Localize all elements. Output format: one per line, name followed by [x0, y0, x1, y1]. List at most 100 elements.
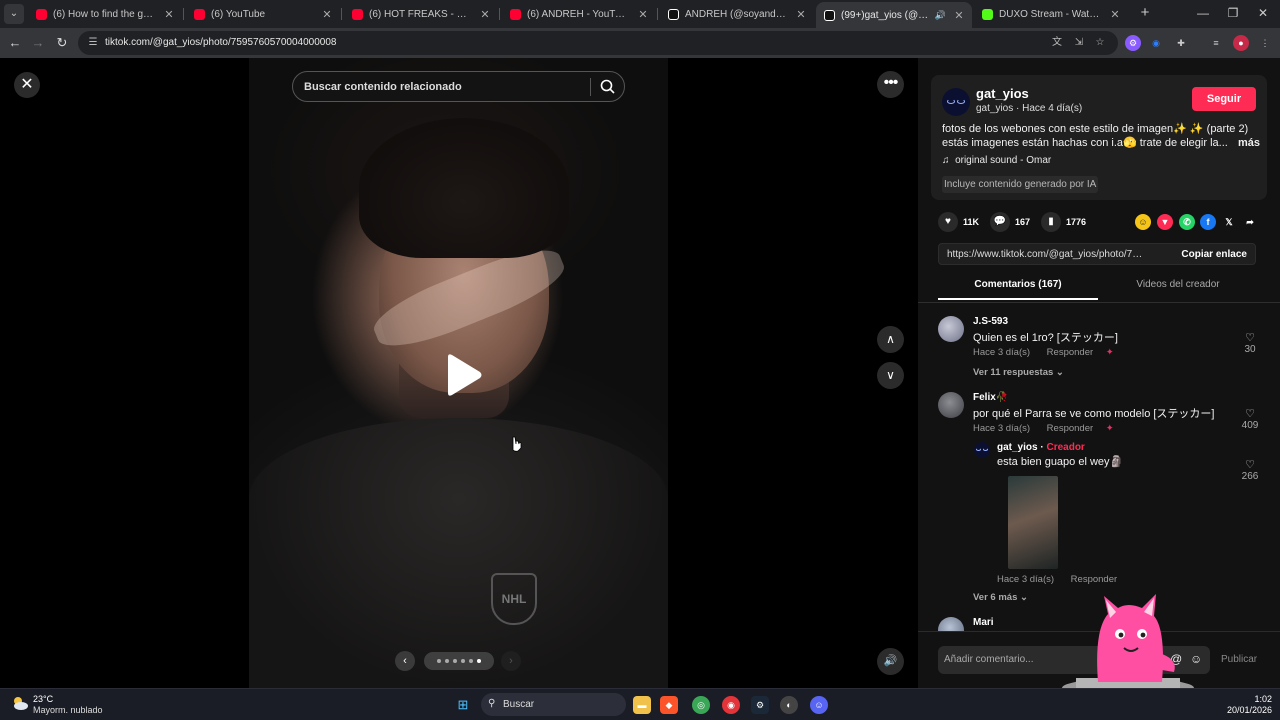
browser-tab[interactable]: (6) HOT FREAKS - Puppy Prince ✕ [344, 2, 498, 26]
commenter-name[interactable]: Felix🥀 [973, 392, 1008, 403]
volume-button[interactable]: 🔊 [877, 648, 904, 675]
back-button[interactable]: ← [5, 33, 25, 53]
extensions-puzzle-icon[interactable]: ✚ [1173, 35, 1189, 51]
reply-photo-thumbnail[interactable] [1008, 476, 1058, 569]
close-tab-icon[interactable]: ✕ [320, 8, 334, 21]
browser-tab[interactable]: (6) ANDREH - YouTube ✕ [502, 2, 656, 26]
emoji-share-icon[interactable]: ☺ [1135, 214, 1151, 230]
taskbar-search[interactable]: ⚲ Buscar [481, 693, 626, 716]
view-replies-button[interactable]: Ver 11 respuestas ⌄ [973, 367, 1064, 378]
more-share-icon[interactable]: ➦ [1242, 214, 1258, 230]
slide-dot[interactable] [437, 659, 441, 663]
reply-button[interactable]: Responder [1047, 347, 1093, 358]
app-icon[interactable]: ◐ [780, 696, 798, 714]
x-share-icon[interactable]: 𝕏 [1221, 214, 1237, 230]
new-tab-button[interactable]: + [1136, 4, 1154, 22]
install-app-icon[interactable]: ⇲ [1072, 36, 1086, 50]
comment-like[interactable]: ♡ 30 [1238, 331, 1262, 355]
save-action[interactable]: ▮ 1776 [1041, 210, 1086, 234]
search-icon[interactable] [598, 77, 618, 97]
browser-tab[interactable]: (6) YouTube ✕ [186, 2, 340, 26]
weather-widget[interactable]: 23°C Mayorm. nublado [11, 694, 111, 716]
tab-comments[interactable]: Comentarios (167) [938, 279, 1098, 290]
close-tab-icon[interactable]: ✕ [636, 8, 650, 21]
sticker-reply-icon[interactable]: ✦ [1106, 423, 1114, 434]
facebook-icon[interactable]: f [1200, 214, 1216, 230]
post-comment-button[interactable]: Publicar [1221, 654, 1257, 665]
previous-post-button[interactable]: ∧ [877, 326, 904, 353]
close-viewer-button[interactable]: ✕ [14, 72, 40, 98]
extension-icon[interactable]: ⚙ [1125, 35, 1141, 51]
commenter-name[interactable]: J.S-593 [973, 316, 1008, 327]
browser-tab[interactable]: DUXO Stream - Watch Live on ✕ [974, 2, 1128, 26]
slide-dot[interactable] [453, 659, 457, 663]
steam-icon[interactable]: ⚙ [751, 696, 769, 714]
creator-reply-avatar[interactable] [974, 442, 990, 458]
restore-button[interactable]: ❐ [1218, 4, 1248, 22]
copy-link-button[interactable]: Copiar enlace [1181, 249, 1247, 260]
file-explorer-icon[interactable]: ▬ [633, 696, 651, 714]
tab-search-button[interactable]: ⌄ [4, 4, 24, 24]
forward-button[interactable]: → [28, 33, 48, 53]
browser-tab-active[interactable]: (99+)gat_yios (@gat_yios) | 🔊 ✕ [816, 2, 972, 28]
more-options-button[interactable]: ••• [877, 71, 904, 98]
next-slide-button[interactable]: › [501, 651, 521, 671]
creator-avatar[interactable] [942, 88, 970, 116]
commenter-avatar[interactable] [938, 316, 964, 342]
whatsapp-icon[interactable]: ✆ [1179, 214, 1195, 230]
comment-like[interactable]: ♡ 409 [1238, 407, 1262, 431]
slide-dot[interactable] [477, 659, 481, 663]
brave-browser-icon[interactable]: ◆ [660, 696, 678, 714]
reply-button[interactable]: Responder [1047, 423, 1093, 434]
extension-icon[interactable]: ◉ [1148, 35, 1164, 51]
tab-creator-videos[interactable]: Videos del creador [1098, 279, 1258, 290]
send-share-icon[interactable]: ▼ [1157, 214, 1173, 230]
chrome-icon[interactable]: ◎ [692, 696, 710, 714]
view-more-replies-button[interactable]: Ver 6 más ⌄ [973, 592, 1028, 603]
see-more-link[interactable]: más [1233, 136, 1260, 150]
sticker-reply-icon[interactable]: ✦ [1106, 347, 1114, 358]
close-tab-icon[interactable]: ✕ [1108, 8, 1122, 21]
discord-icon[interactable]: ☺ [810, 696, 828, 714]
reply-author-name[interactable]: gat_yios [997, 442, 1038, 453]
reply-like[interactable]: ♡ 266 [1238, 458, 1262, 482]
sound-link[interactable]: ♫ original sound - Omar [942, 155, 1051, 166]
like-action[interactable]: ♥ 11K [938, 210, 979, 234]
creator-username[interactable]: gat_yios [976, 86, 1029, 101]
comment-action[interactable]: 💬 167 [990, 210, 1030, 234]
browser-menu-icon[interactable]: ⋮ [1257, 35, 1273, 51]
close-tab-icon[interactable]: ✕ [478, 8, 492, 21]
close-window-button[interactable]: ✕ [1248, 4, 1278, 22]
slide-dot[interactable] [445, 659, 449, 663]
commenter-avatar[interactable] [938, 392, 964, 418]
desktop-mascot[interactable] [1058, 590, 1198, 690]
previous-slide-button[interactable]: ‹ [395, 651, 415, 671]
browser-tab[interactable]: (6) How to find the good in eve ✕ [28, 2, 182, 26]
close-tab-icon[interactable]: ✕ [794, 8, 808, 21]
close-tab-icon[interactable]: ✕ [162, 8, 176, 21]
reload-button[interactable]: ↻ [52, 33, 72, 53]
app-icon[interactable]: ◉ [722, 696, 740, 714]
follow-button[interactable]: Seguir [1192, 87, 1256, 111]
commenter-name[interactable]: Mari [973, 617, 994, 628]
translate-icon[interactable]: 文 [1050, 36, 1064, 50]
system-clock[interactable]: 1:02 20/01/2026 [1200, 694, 1272, 716]
address-bar[interactable]: ☰ tiktok.com/@gat_yios/photo/75957605700… [78, 31, 1118, 55]
next-post-button[interactable]: ∨ [877, 362, 904, 389]
browser-tab[interactable]: ANDREH (@soyandreh) | TikTok ✕ [660, 2, 814, 26]
commenter-avatar[interactable] [938, 617, 964, 631]
audio-playing-icon[interactable]: 🔊 [935, 10, 946, 21]
windows-start-icon[interactable]: ⊞ [454, 696, 472, 714]
slide-dot[interactable] [461, 659, 465, 663]
bookmark-star-icon[interactable]: ☆ [1093, 36, 1107, 50]
play-icon[interactable] [444, 353, 484, 397]
slide-dot[interactable] [469, 659, 473, 663]
related-search[interactable]: Buscar contenido relacionado [292, 71, 625, 102]
media-control-icon[interactable]: ≡ [1208, 35, 1224, 51]
minimize-button[interactable]: — [1188, 4, 1218, 22]
reply-button[interactable]: Responder [1071, 574, 1117, 585]
site-info-icon[interactable]: ☰ [86, 36, 100, 50]
profile-avatar[interactable]: ● [1233, 35, 1249, 51]
close-tab-icon[interactable]: ✕ [952, 9, 966, 22]
share-link-url[interactable]: https://www.tiktok.com/@gat_yios/photo/7… [947, 249, 1147, 260]
